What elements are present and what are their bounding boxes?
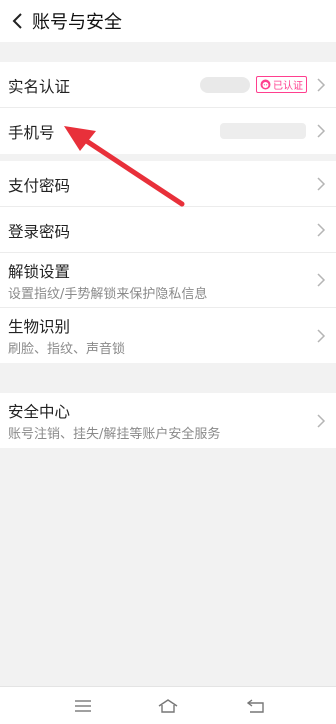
row-label: 解锁设置 xyxy=(8,263,71,281)
chevron-right-icon xyxy=(317,273,326,287)
row-label: 安全中心 xyxy=(8,403,71,421)
row-login-password[interactable]: 登录密码 xyxy=(0,207,336,253)
group-identity: 实名认证 已认证 手机号 xyxy=(0,62,336,154)
home-button[interactable] xyxy=(157,695,179,717)
row-label: 生物识别 xyxy=(8,318,71,336)
row-subtitle: 设置指纹/手势解锁来保护隐私信息 xyxy=(8,287,208,302)
back-return-icon xyxy=(247,699,264,713)
page-title: 账号与安全 xyxy=(32,12,122,33)
group-security-settings: 支付密码 登录密码 解锁设置 设置指纹/手势解锁来保护隐私信息 生物识别 刷脸、… xyxy=(0,161,336,363)
row-phone-number[interactable]: 手机号 xyxy=(0,108,336,154)
row-biometrics[interactable]: 生物识别 刷脸、指纹、声音锁 xyxy=(0,308,336,363)
row-payment-password[interactable]: 支付密码 xyxy=(0,161,336,207)
row-security-center[interactable]: 安全中心 账号注销、挂失/解挂等账户安全服务 xyxy=(0,393,336,448)
chevron-right-icon xyxy=(317,77,326,92)
row-label: 登录密码 xyxy=(8,223,71,241)
row-unlock-settings[interactable]: 解锁设置 设置指纹/手势解锁来保护隐私信息 xyxy=(0,253,336,308)
row-label: 支付密码 xyxy=(8,177,71,195)
back-system-button[interactable] xyxy=(245,695,267,717)
row-label: 实名认证 xyxy=(8,78,71,96)
chevron-right-icon xyxy=(317,124,326,138)
row-label: 手机号 xyxy=(8,124,55,142)
group-security-center: 安全中心 账号注销、挂失/解挂等账户安全服务 xyxy=(0,393,336,448)
chevron-right-icon xyxy=(317,413,326,428)
badge-label: 已认证 xyxy=(273,81,303,92)
verified-badge: 已认证 xyxy=(256,76,307,93)
back-button[interactable] xyxy=(4,0,30,42)
menu-icon xyxy=(75,700,91,712)
chevron-right-icon xyxy=(317,328,326,343)
chevron-right-icon xyxy=(317,222,326,237)
row-subtitle: 刷脸、指纹、声音锁 xyxy=(8,342,126,357)
chevron-left-icon xyxy=(12,13,22,29)
row-real-name-verification[interactable]: 实名认证 已认证 xyxy=(0,62,336,108)
top-bar: 账号与安全 xyxy=(0,0,336,42)
chevron-right-icon xyxy=(317,176,326,191)
row-subtitle: 账号注销、挂失/解挂等账户安全服务 xyxy=(8,427,221,442)
system-nav-bar xyxy=(0,686,336,724)
menu-button[interactable] xyxy=(72,695,94,717)
masked-name xyxy=(200,77,250,93)
home-icon xyxy=(158,699,178,713)
person-face-icon xyxy=(259,79,271,91)
masked-phone xyxy=(220,123,306,139)
